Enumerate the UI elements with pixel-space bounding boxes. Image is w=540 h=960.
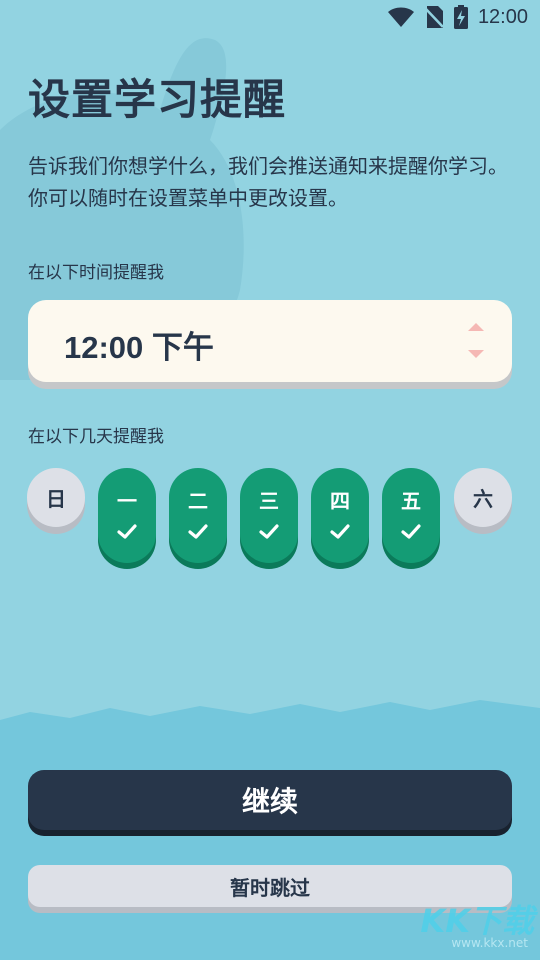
continue-button-label: 继续 bbox=[241, 785, 298, 818]
page-title: 设置学习提醒 bbox=[28, 75, 287, 124]
watermark-url: www.kkx.net bbox=[451, 936, 528, 950]
day-toggle-wednesday[interactable]: 三 bbox=[240, 468, 298, 563]
day-label: 五 bbox=[401, 489, 421, 513]
watermark-logo: KK下载 www.kkx.net bbox=[414, 896, 534, 956]
continue-button[interactable]: 继续 bbox=[28, 770, 512, 830]
day-toggle-friday[interactable]: 五 bbox=[382, 468, 440, 563]
wifi-icon bbox=[387, 7, 414, 27]
time-value: 12:00 下午 bbox=[64, 330, 214, 365]
day-label: 六 bbox=[473, 487, 493, 511]
battery-charging-icon bbox=[453, 5, 468, 29]
skip-button-label: 暂时跳过 bbox=[230, 875, 310, 900]
status-icons: 12:00 bbox=[387, 5, 528, 29]
time-picker[interactable]: 12:00 下午 bbox=[28, 300, 512, 382]
day-label: 二 bbox=[188, 489, 208, 513]
chevron-up-icon[interactable] bbox=[468, 323, 484, 331]
days-selector: 日 一 二 三 四 五 六 bbox=[0, 468, 540, 568]
status-time: 12:00 bbox=[477, 5, 528, 28]
day-label: 一 bbox=[117, 489, 137, 513]
check-icon bbox=[188, 524, 208, 539]
day-label: 三 bbox=[259, 489, 279, 513]
no-sim-icon bbox=[424, 6, 444, 28]
day-toggle-tuesday[interactable]: 二 bbox=[169, 468, 227, 563]
day-label: 日 bbox=[46, 487, 66, 511]
day-toggle-monday[interactable]: 一 bbox=[98, 468, 156, 563]
check-icon bbox=[330, 524, 350, 539]
page-description: 告诉我们你想学什么，我们会推送通知来提醒你学习。你可以随时在设置菜单中更改设置。 bbox=[28, 154, 508, 210]
check-icon bbox=[401, 524, 421, 539]
chevron-down-icon[interactable] bbox=[468, 350, 484, 358]
day-toggle-sunday[interactable]: 日 bbox=[27, 468, 85, 527]
day-toggle-thursday[interactable]: 四 bbox=[311, 468, 369, 563]
day-toggle-saturday[interactable]: 六 bbox=[454, 468, 512, 527]
day-label: 四 bbox=[330, 489, 350, 513]
check-icon bbox=[117, 524, 137, 539]
time-section-label: 在以下时间提醒我 bbox=[28, 263, 164, 283]
status-bar: 12:00 bbox=[0, 0, 540, 36]
check-icon bbox=[259, 524, 279, 539]
days-section-label: 在以下几天提醒我 bbox=[28, 427, 164, 447]
